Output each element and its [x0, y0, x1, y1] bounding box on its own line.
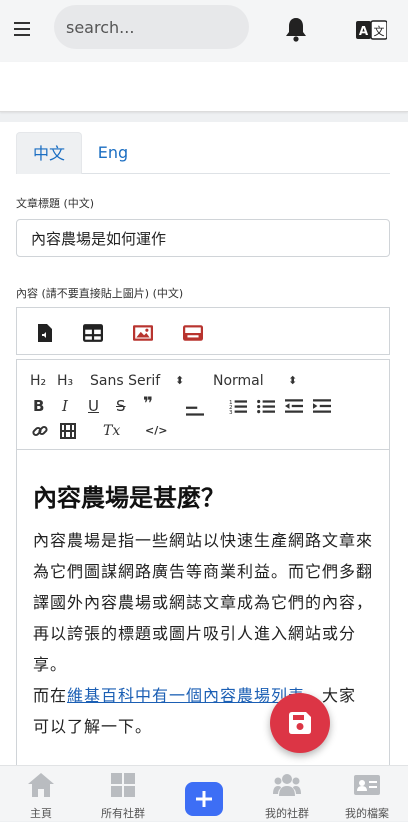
table-icon[interactable]	[83, 324, 103, 342]
card-icon[interactable]	[183, 324, 203, 342]
article-form-card: 中文 Eng 文章標題 (中文) 內容 (請不要直接貼上圖片) (中文)	[0, 122, 408, 772]
title-label: 文章標題 (中文)	[16, 197, 95, 210]
nav-home[interactable]: 主頁	[0, 766, 82, 822]
chevron-updown-icon: ⬍	[175, 374, 185, 387]
svg-text:文: 文	[374, 24, 385, 38]
editor-paragraph: 內容農場是指一些網站以快速生產網路文章來為它們圖謀網路廣告等商業利益。而它們多翻…	[33, 531, 374, 674]
indent-icon[interactable]	[313, 398, 331, 414]
grid-icon	[111, 773, 135, 797]
title-field[interactable]	[16, 219, 390, 257]
editor-heading: 內容農場是甚麼？	[33, 484, 225, 512]
strike-button[interactable]: S	[116, 398, 126, 414]
rich-text-editor[interactable]: 內容農場是甚麼？ 內容農場是指一些網站以快速生產網路文章來為它們圖謀網路廣告等商…	[16, 449, 390, 772]
link-icon[interactable]	[31, 423, 49, 439]
nav-my-communities[interactable]: 我的社群	[246, 766, 328, 822]
translate-icon[interactable]: A 文	[356, 20, 387, 40]
format-toolbar: H₂ H₃ Sans Serif ⬍ Normal ⬍ B I U S ❞ 1 …	[16, 359, 390, 449]
save-icon	[289, 712, 311, 734]
save-button[interactable]	[270, 693, 330, 753]
chevron-updown-icon: ⬍	[288, 374, 298, 387]
italic-button[interactable]: I	[62, 398, 68, 414]
create-post-button[interactable]	[185, 782, 223, 816]
font-select[interactable]: Sans Serif	[90, 373, 160, 389]
top-bar: A 文	[0, 0, 408, 62]
video-icon[interactable]	[59, 423, 77, 439]
nav-all-communities[interactable]: 所有社群	[82, 766, 164, 822]
clear-format-button[interactable]: Tx	[103, 423, 120, 439]
code-button[interactable]: </>	[145, 423, 167, 439]
outdent-icon[interactable]	[285, 398, 303, 414]
ordered-list-icon[interactable]: 1 2 3	[229, 398, 247, 414]
underline-button[interactable]: U	[88, 398, 99, 414]
nav-my-profile[interactable]: 我的檔案	[326, 766, 408, 822]
bottom-navigation: 主頁 所有社群 我的社群 我的檔案	[0, 765, 408, 821]
wikipedia-link[interactable]: 維基百科中有一個內容農場列表	[67, 686, 305, 705]
bell-icon[interactable]	[284, 16, 308, 42]
svg-text:A: A	[359, 24, 369, 38]
search-input[interactable]	[54, 5, 249, 49]
id-card-icon	[354, 775, 380, 795]
tab-chinese[interactable]: 中文	[16, 132, 82, 174]
bullet-list-icon[interactable]	[257, 398, 275, 414]
bold-button[interactable]: B	[33, 398, 44, 414]
tab-english[interactable]: Eng	[82, 132, 144, 174]
size-select[interactable]: Normal	[213, 373, 264, 389]
h3-button[interactable]: H₃	[57, 373, 73, 389]
content-label: 內容 (請不要直接貼上圖片) (中文)	[16, 287, 184, 300]
insert-toolbar	[16, 307, 390, 355]
h2-button[interactable]: H₂	[30, 373, 46, 389]
home-icon	[28, 773, 54, 797]
people-icon	[273, 774, 301, 796]
language-tabs: 中文 Eng	[16, 132, 390, 174]
plus-icon	[196, 791, 212, 807]
align-icon[interactable]	[186, 402, 204, 418]
top-banner	[0, 62, 408, 112]
audio-file-icon[interactable]	[35, 324, 55, 342]
quote-button[interactable]: ❞	[143, 396, 153, 413]
image-icon[interactable]	[133, 324, 153, 342]
svg-text:3: 3	[229, 410, 233, 414]
hamburger-icon[interactable]	[14, 22, 30, 36]
